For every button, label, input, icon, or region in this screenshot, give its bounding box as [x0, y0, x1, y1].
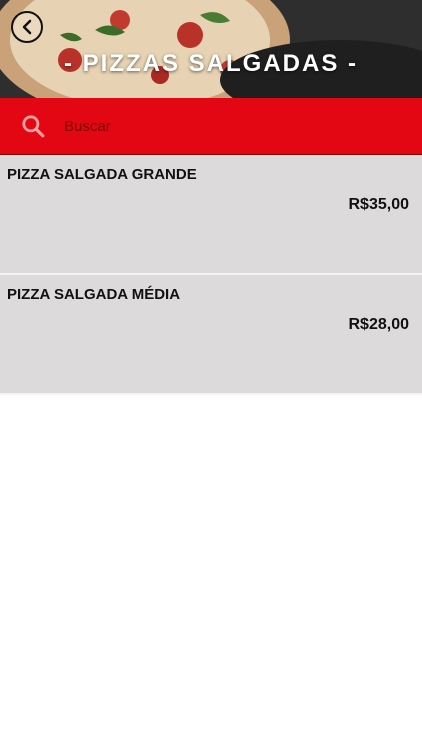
- search-bar: [0, 98, 422, 155]
- item-name: PIZZA SALGADA MÉDIA: [7, 286, 181, 303]
- item-price: R$35,00: [348, 196, 410, 213]
- item-name: PIZZA SALGADA GRANDE: [7, 166, 197, 183]
- back-button[interactable]: [11, 11, 43, 43]
- chevron-left-icon: [22, 19, 32, 35]
- product-list: PIZZA SALGADA GRANDE R$35,00 PIZZA SALGA…: [0, 155, 422, 395]
- page-title: - PIZZAS SALGADAS -: [64, 50, 358, 77]
- pizza-background-image: [0, 0, 422, 98]
- item-price: R$28,00: [348, 316, 410, 333]
- list-item[interactable]: PIZZA SALGADA GRANDE R$35,00: [0, 155, 422, 275]
- list-item[interactable]: PIZZA SALGADA MÉDIA R$28,00: [0, 275, 422, 395]
- header-banner: - PIZZAS SALGADAS -: [0, 0, 422, 98]
- search-icon[interactable]: [20, 113, 46, 139]
- search-input[interactable]: [64, 106, 422, 146]
